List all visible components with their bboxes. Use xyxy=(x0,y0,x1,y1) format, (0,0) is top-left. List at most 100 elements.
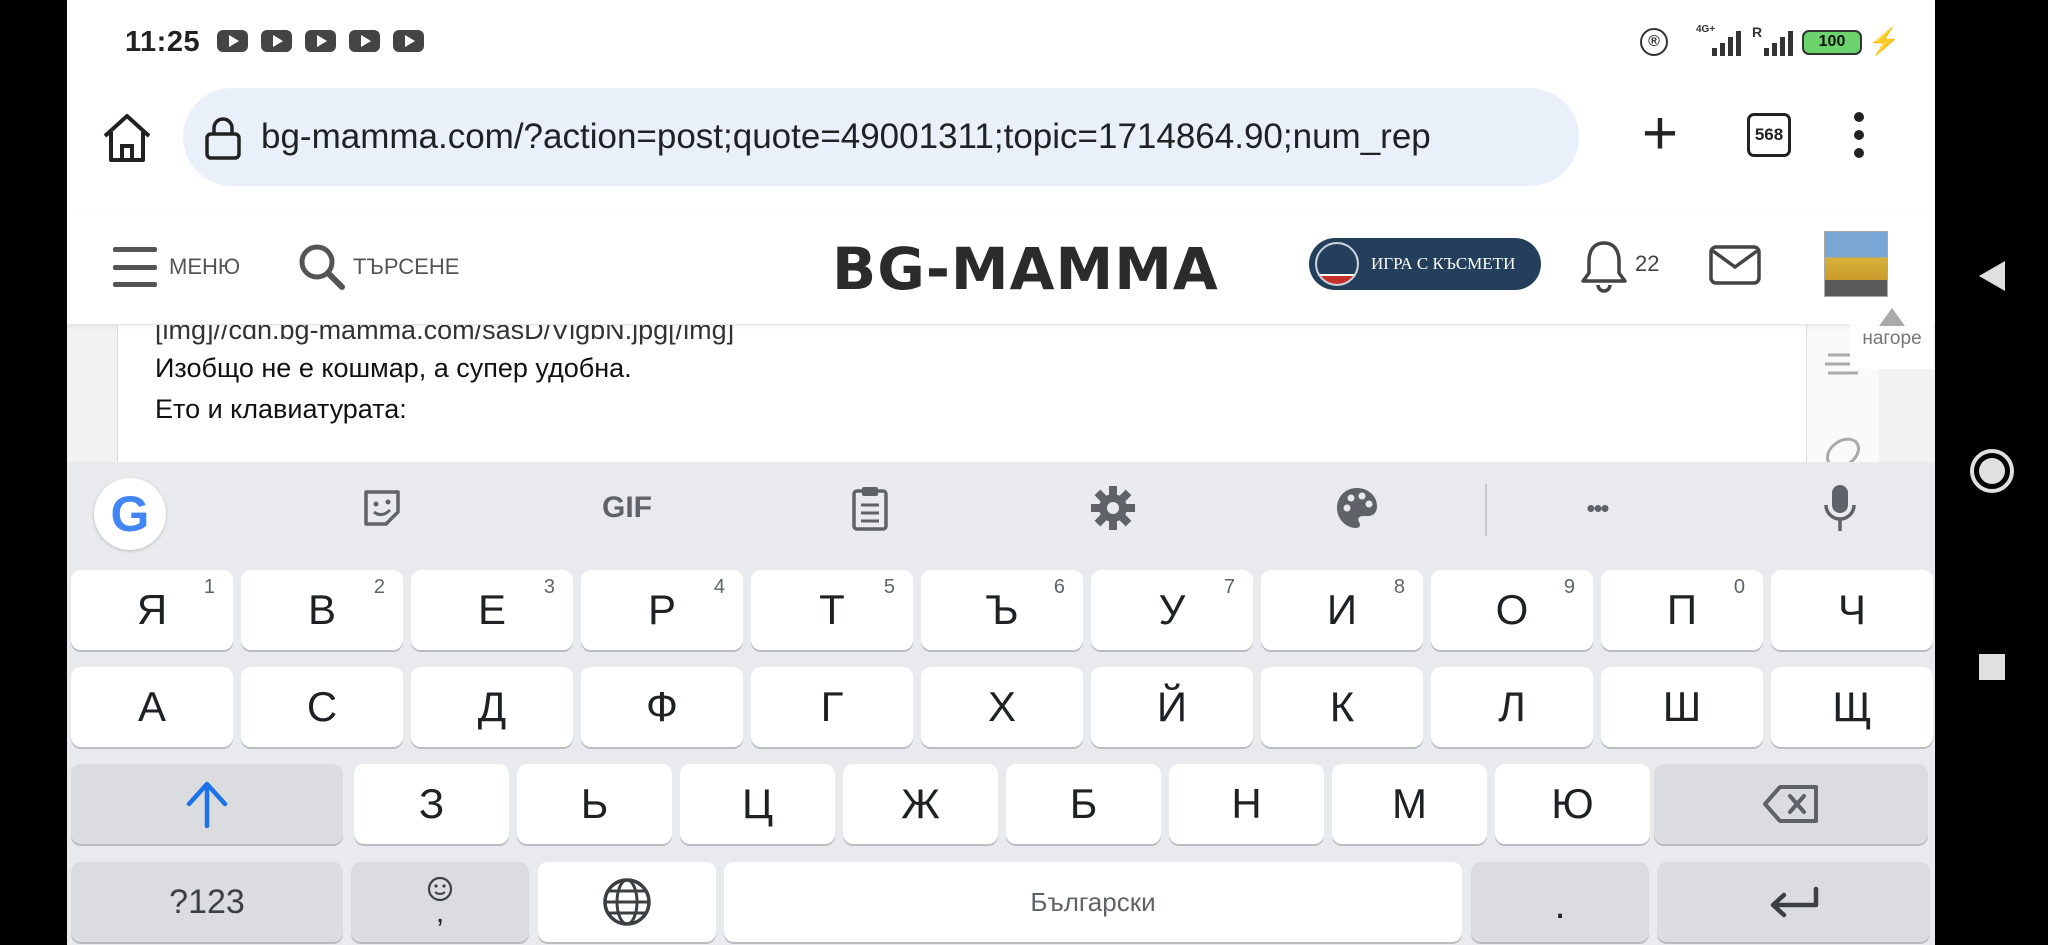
more-icon[interactable]: ••• xyxy=(1567,480,1627,536)
recents-icon[interactable] xyxy=(1979,654,2005,680)
menu-button[interactable]: МЕНЮ xyxy=(113,242,240,292)
key[interactable]: М xyxy=(1332,764,1487,844)
key-label[interactable]: С xyxy=(307,683,337,731)
key[interactable]: Р4 xyxy=(581,570,743,650)
arrow-up-icon[interactable] xyxy=(1879,308,1905,326)
key[interactable]: Ъ6 xyxy=(921,570,1083,650)
backspace-key[interactable] xyxy=(1654,764,1928,844)
key[interactable]: Ш xyxy=(1601,667,1763,747)
key-label[interactable]: Н xyxy=(1231,780,1261,828)
key-label[interactable]: Г xyxy=(821,683,844,731)
key-label[interactable]: А xyxy=(138,683,166,731)
backspace-icon[interactable] xyxy=(1762,784,1820,824)
key-label[interactable]: Д xyxy=(478,683,506,731)
key[interactable]: К xyxy=(1261,667,1423,747)
new-tab-button[interactable]: + xyxy=(1632,103,1688,165)
back-to-top-button[interactable]: нагоре xyxy=(1850,303,1934,369)
game-button[interactable]: ИГРА С КЪСМЕТИ xyxy=(1309,238,1541,290)
language-key[interactable] xyxy=(538,862,716,942)
key-label[interactable]: Е xyxy=(478,586,506,634)
ball-icon[interactable] xyxy=(1822,433,1864,462)
bell-icon[interactable] xyxy=(1579,237,1629,295)
key-label[interactable]: З xyxy=(419,780,444,828)
key-label[interactable]: Х xyxy=(988,683,1016,731)
key-label[interactable]: Ю xyxy=(1551,780,1593,828)
sticker-icon[interactable] xyxy=(352,480,412,536)
key-label[interactable]: ?123 xyxy=(169,883,245,922)
key[interactable]: Н xyxy=(1169,764,1324,844)
back-to-top-label[interactable]: нагоре xyxy=(1850,328,1934,350)
key[interactable]: Ч xyxy=(1771,570,1933,650)
microphone-icon[interactable] xyxy=(1810,480,1870,536)
lock-icon[interactable] xyxy=(203,116,243,160)
text-line[interactable]: Ето и клавиатурата: xyxy=(155,394,407,425)
gear-icon[interactable] xyxy=(1083,480,1143,536)
post-textarea[interactable]: [img]//cdn.bg-mamma.com/sasD/VlgbN.jpg[/… xyxy=(117,325,1807,462)
menu-label[interactable]: МЕНЮ xyxy=(169,254,240,280)
key-label[interactable]: Български xyxy=(1030,887,1155,918)
key-label[interactable]: Т xyxy=(819,586,845,634)
key-label[interactable]: Ш xyxy=(1663,683,1702,731)
home-circle-icon[interactable] xyxy=(1970,449,2014,493)
key-label[interactable]: Б xyxy=(1070,780,1098,828)
key[interactable]: У7 xyxy=(1091,570,1253,650)
shift-key[interactable] xyxy=(71,764,343,844)
key-label[interactable]: Р xyxy=(648,586,676,634)
key[interactable]: Д xyxy=(411,667,573,747)
key-label[interactable]: М xyxy=(1392,780,1427,828)
key[interactable]: А xyxy=(71,667,233,747)
enter-key[interactable] xyxy=(1657,862,1930,942)
key-label[interactable]: П xyxy=(1667,586,1697,634)
key[interactable]: С xyxy=(241,667,403,747)
key[interactable]: Й xyxy=(1091,667,1253,747)
shift-icon[interactable] xyxy=(185,780,229,828)
key[interactable]: И8 xyxy=(1261,570,1423,650)
comma-label[interactable]: , xyxy=(436,898,444,928)
key-label[interactable]: Ц xyxy=(742,780,773,828)
palette-icon[interactable] xyxy=(1327,480,1387,536)
key[interactable]: П0 xyxy=(1601,570,1763,650)
mail-icon[interactable] xyxy=(1709,245,1761,285)
notifications-count[interactable]: 22 xyxy=(1635,251,1659,277)
key-label[interactable]: Я xyxy=(137,586,167,634)
key-label[interactable]: О xyxy=(1496,586,1529,634)
key-label[interactable]: Й xyxy=(1157,683,1187,731)
key[interactable]: Щ xyxy=(1771,667,1933,747)
key-label[interactable]: Ч xyxy=(1838,586,1866,634)
avatar[interactable] xyxy=(1824,231,1888,297)
text-line[interactable]: Изобщо не е кошмар, а супер удобна. xyxy=(155,353,632,384)
game-button-label[interactable]: ИГРА С КЪСМЕТИ xyxy=(1371,254,1515,273)
key[interactable]: Х xyxy=(921,667,1083,747)
key[interactable]: Ю xyxy=(1495,764,1650,844)
key-label[interactable]: Ф xyxy=(646,683,678,731)
key-label[interactable]: Щ xyxy=(1832,683,1871,731)
text-line[interactable]: [img]//cdn.bg-mamma.com/sasD/VlgbN.jpg[/… xyxy=(155,325,734,346)
key-label[interactable]: И xyxy=(1327,586,1357,634)
key[interactable]: Г xyxy=(751,667,913,747)
enter-icon[interactable] xyxy=(1768,885,1820,919)
hamburger-icon[interactable] xyxy=(113,247,157,287)
search-label[interactable]: ТЪРСЕНЕ xyxy=(353,254,459,280)
google-icon[interactable]: G xyxy=(94,478,166,550)
key-label[interactable]: Ж xyxy=(901,780,940,828)
key-label[interactable]: . xyxy=(1554,883,1565,928)
globe-icon[interactable] xyxy=(601,876,653,928)
emoji-comma-key[interactable]: , xyxy=(351,862,529,942)
key-label[interactable]: Ь xyxy=(581,780,609,828)
key[interactable]: Ц xyxy=(680,764,835,844)
tab-switcher-button[interactable]: 568 xyxy=(1747,113,1791,157)
key-label[interactable]: В xyxy=(308,586,336,634)
search-icon[interactable] xyxy=(297,242,347,292)
key[interactable]: Я1 xyxy=(71,570,233,650)
back-icon[interactable] xyxy=(1979,261,2005,291)
home-icon[interactable] xyxy=(97,108,157,168)
key[interactable]: Л xyxy=(1431,667,1593,747)
key[interactable]: Ф xyxy=(581,667,743,747)
key[interactable]: Ж xyxy=(843,764,998,844)
key[interactable]: Ь xyxy=(517,764,672,844)
space-key[interactable]: Български xyxy=(724,862,1462,942)
address-bar[interactable]: bg-mamma.com/?action=post;quote=49001311… xyxy=(183,88,1579,186)
more-options-icon[interactable] xyxy=(1847,108,1871,168)
key[interactable]: З xyxy=(354,764,509,844)
key-label[interactable]: Ъ xyxy=(985,586,1018,634)
